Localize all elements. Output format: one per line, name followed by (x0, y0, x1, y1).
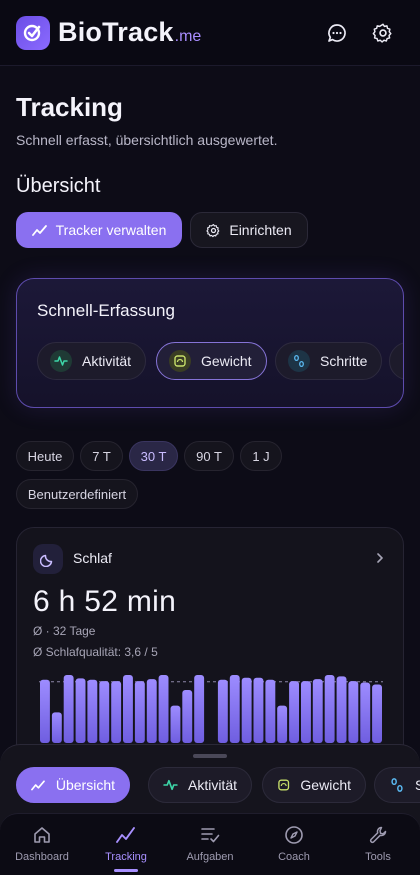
sleep-bar (75, 678, 86, 743)
sleep-bar (170, 705, 181, 743)
chat-icon[interactable] (324, 20, 350, 46)
sleep-bar (87, 679, 98, 743)
steps-icon (391, 778, 403, 792)
quick-capture-title: Schnell-Erfassung (37, 301, 175, 320)
range-30d[interactable]: 30 T (129, 441, 178, 471)
sleep-bar (301, 681, 311, 743)
quick-chip-weight[interactable]: Gewicht (156, 342, 267, 380)
app-header: BioTrack .me (0, 0, 420, 66)
manage-trackers-label: Tracker verwalten (55, 222, 167, 238)
sleep-bar (229, 675, 240, 743)
nav-label: Tools (365, 851, 391, 863)
nav-item-coach[interactable]: Coach (252, 814, 336, 875)
gear-icon (206, 223, 220, 237)
setup-button[interactable]: Einrichten (190, 212, 308, 248)
sleep-bar (134, 681, 145, 743)
sleep-bar (241, 677, 252, 743)
sheet-chip-activity[interactable]: Aktivität (148, 767, 252, 803)
page-title: Tracking (16, 92, 123, 122)
range-7d[interactable]: 7 T (80, 441, 123, 471)
quick-chip-more[interactable] (389, 342, 403, 380)
nav-label: Coach (278, 851, 310, 863)
sleep-bar (348, 681, 359, 743)
section-title: Übersicht (16, 175, 101, 197)
nav-label: Dashboard (15, 851, 69, 863)
setup-label: Einrichten (229, 222, 292, 238)
quick-chip-label: Gewicht (201, 353, 252, 369)
trend-icon (31, 225, 47, 236)
sleep-bar (40, 679, 50, 743)
sleep-bar (51, 712, 62, 743)
sheet-chip-label: Aktivität (187, 777, 237, 793)
sleep-bar (253, 677, 264, 743)
quick-capture-card: Schnell-Erfassung Aktivität Gewicht Schr… (16, 278, 404, 408)
sleep-bar (217, 679, 228, 743)
tracking-icon (115, 824, 137, 846)
manage-trackers-button[interactable]: Tracker verwalten (16, 212, 182, 248)
home-icon (32, 824, 52, 846)
weight-icon (278, 779, 290, 791)
steps-icon (288, 350, 310, 372)
nav-item-tasks[interactable]: Aufgaben (168, 814, 252, 875)
activity-icon (50, 350, 72, 372)
sleep-bar (158, 675, 169, 743)
sheet-chip-label: S (415, 777, 420, 793)
sheet-drag-handle[interactable] (193, 754, 227, 758)
sheet-chip-label: Gewicht (300, 777, 351, 793)
range-1y[interactable]: 1 J (240, 441, 282, 471)
sleep-bar (123, 675, 133, 743)
chart-icon (31, 780, 45, 791)
sleep-bar (336, 676, 347, 743)
range-custom[interactable]: Benutzerdefiniert (16, 479, 138, 509)
sleep-bar (277, 705, 288, 743)
nav-item-tools[interactable]: Tools (336, 814, 420, 875)
sleep-bar (182, 690, 193, 743)
sleep-bar (360, 682, 371, 743)
nav-label: Aufgaben (186, 851, 234, 863)
tasks-icon (200, 824, 220, 846)
sleep-bar (111, 681, 122, 743)
logo-icon (16, 15, 50, 50)
bottom-nav: Dashboard Tracking Aufgaben Coach Tools (0, 813, 420, 875)
page-subtitle: Schnell erfasst, übersichtlich ausgewert… (16, 132, 278, 148)
sleep-bar (194, 675, 205, 743)
quick-chip-label: Schritte (320, 353, 368, 369)
sheet-chip-overview[interactable]: Übersicht (16, 767, 130, 803)
range-90d[interactable]: 90 T (184, 441, 234, 471)
nav-item-dashboard[interactable]: Dashboard (0, 814, 84, 875)
nav-label: Tracking (105, 851, 147, 863)
quick-chip-steps[interactable]: Schritte (275, 342, 383, 380)
sleep-bar (99, 681, 110, 743)
range-today[interactable]: Heute (16, 441, 74, 471)
sleep-bar (372, 684, 382, 743)
brand-suffix: .me (174, 27, 202, 45)
compass-icon (284, 824, 304, 846)
activity-icon (163, 779, 178, 791)
settings-icon[interactable] (370, 20, 396, 46)
sleep-bar (265, 679, 276, 743)
sleep-bar (146, 679, 157, 743)
quick-chip-label: Aktivität (82, 353, 132, 369)
sleep-bar (63, 675, 74, 743)
sheet-chip-weight[interactable]: Gewicht (262, 767, 366, 803)
quick-chip-activity[interactable]: Aktivität (37, 342, 147, 380)
sleep-bar (289, 681, 299, 743)
weight-icon (169, 350, 191, 372)
sleep-bar (324, 675, 335, 743)
sleep-bar (312, 679, 323, 743)
nav-active-indicator (114, 869, 138, 872)
wrench-icon (368, 824, 388, 846)
sheet-chip-label: Übersicht (55, 777, 115, 793)
sheet-chip-steps[interactable]: S (374, 767, 420, 803)
brand-name: BioTrack (58, 17, 174, 47)
nav-item-tracking[interactable]: Tracking (84, 814, 168, 875)
